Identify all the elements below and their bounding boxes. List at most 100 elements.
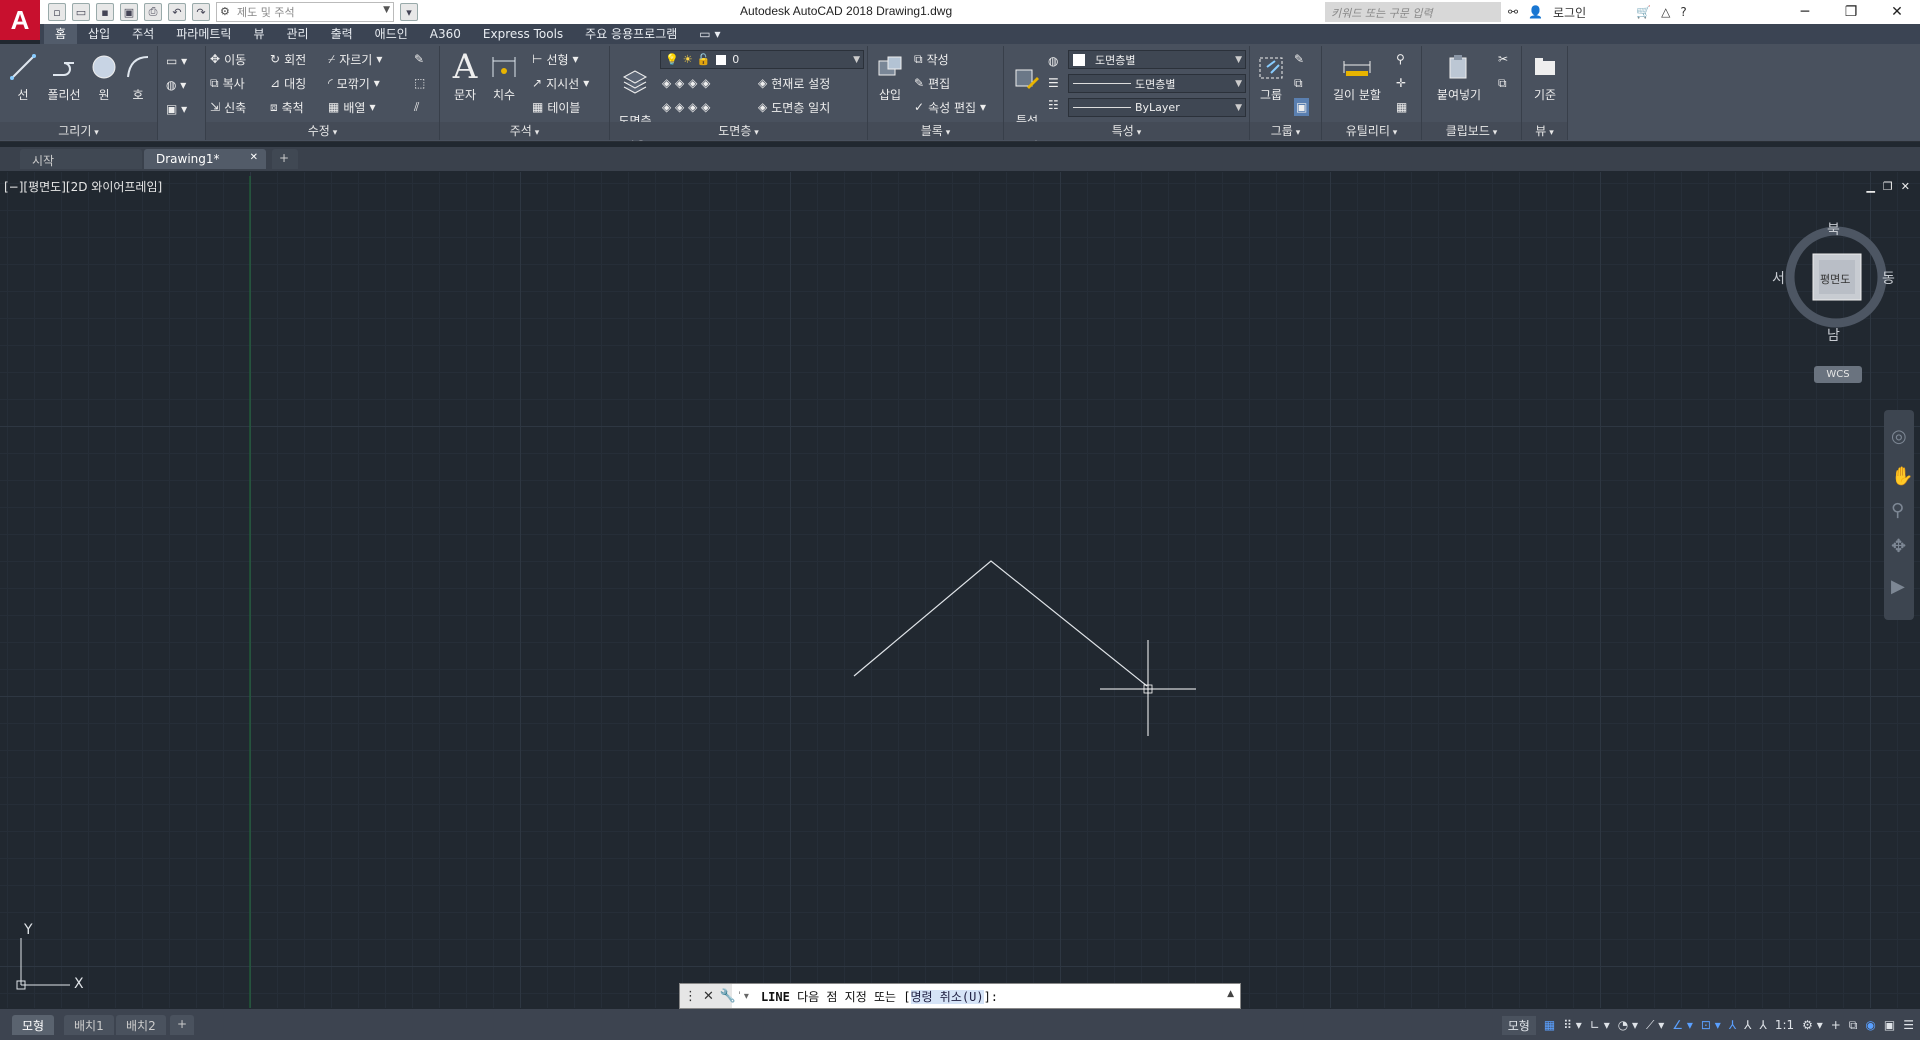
linetype-select[interactable]: 도면층별 ▼: [1068, 74, 1246, 93]
showmotion-icon[interactable]: ▶: [1891, 576, 1905, 597]
group-button[interactable]: 그룹: [1254, 52, 1288, 103]
circle-button[interactable]: 원: [88, 52, 120, 103]
rectangle-icon[interactable]: ▭ ▾: [166, 52, 187, 70]
explode-icon[interactable]: ⬚: [414, 74, 425, 92]
lineweight-icon[interactable]: ☷: [1048, 96, 1059, 114]
minimize-button[interactable]: ─: [1782, 0, 1828, 24]
linetype-icon[interactable]: ☰: [1048, 74, 1059, 92]
close-button[interactable]: ✕: [1874, 0, 1920, 24]
save-as-icon[interactable]: ▣: [120, 3, 138, 21]
panel-modify-label[interactable]: 수정: [206, 122, 439, 140]
panel-properties-label[interactable]: 특성: [1004, 122, 1249, 140]
boundary-icon[interactable]: ▣ ▾: [166, 100, 187, 118]
undo-icon[interactable]: ↶: [168, 3, 186, 21]
leader-button[interactable]: ↗ 지시선 ▾: [532, 74, 589, 92]
new-file-icon[interactable]: ▫: [48, 3, 66, 21]
tab-featured-apps[interactable]: 주요 응용프로그램: [574, 24, 688, 44]
command-line[interactable]: ⋮ ✕ 🔧 ˈ ▾ LINE 다음 점 지정 또는 [명령 취소(U)]: ▲: [679, 983, 1241, 1009]
model-space-button[interactable]: 모형: [1501, 1015, 1536, 1035]
drawing-viewport[interactable]: [−][평면도][2D 와이어프레임] ▁ ❐ ✕: [0, 172, 1920, 1008]
paste-button[interactable]: 붙여넣기: [1430, 52, 1488, 103]
ungroup-icon[interactable]: ⧉: [1294, 74, 1303, 92]
rotate-button[interactable]: ↻ 회전: [270, 50, 306, 68]
dimension-button[interactable]: 치수: [488, 52, 520, 103]
tab-layout2[interactable]: 배치2: [116, 1015, 166, 1035]
layer-select[interactable]: 💡 ☀ 🔓 0 ▼: [660, 50, 864, 69]
cart-icon[interactable]: 🛒: [1636, 5, 1651, 19]
grid-icon[interactable]: ▦: [1544, 1018, 1555, 1032]
recent-commands-icon[interactable]: ˈ ▾: [732, 991, 749, 1002]
tab-view[interactable]: 뷰: [242, 24, 275, 44]
binoculars-icon[interactable]: ⚯: [1508, 5, 1518, 19]
login-button[interactable]: 로그인: [1553, 4, 1586, 21]
erase-icon[interactable]: ✎: [414, 50, 424, 68]
panel-view-label[interactable]: 뷰: [1522, 122, 1567, 140]
group-select-icon[interactable]: ▣: [1294, 98, 1310, 116]
layer-tools-row2[interactable]: ◈ ◈ ◈ ◈: [662, 98, 710, 116]
color-wheel-icon[interactable]: ◍: [1048, 52, 1058, 70]
fillet-button[interactable]: ◜ 모깎기 ▾: [328, 74, 380, 92]
search-input[interactable]: 키워드 또는 구문 입력: [1325, 2, 1501, 22]
group-edit-icon[interactable]: ✎: [1294, 50, 1304, 68]
viewport-restore-icon[interactable]: ❐: [1883, 180, 1893, 193]
pan-hand-icon[interactable]: ✋: [1891, 466, 1913, 487]
compass-east[interactable]: 동: [1882, 268, 1895, 288]
viewcube-top-face[interactable]: 평면도: [1820, 271, 1850, 287]
annotation-visibility-icon[interactable]: ⅄: [1729, 1018, 1736, 1032]
polar-icon[interactable]: ◔ ▾: [1618, 1018, 1638, 1032]
lineweight-select[interactable]: ByLayer ▼: [1068, 98, 1246, 117]
save-icon[interactable]: ▪: [96, 3, 114, 21]
tab-start[interactable]: 시작: [20, 149, 142, 169]
edit-attributes-button[interactable]: ✓ 속성 편집 ▾: [914, 98, 986, 116]
layer-tools-row1[interactable]: ◈ ◈ ◈ ◈: [662, 74, 710, 92]
stretch-button[interactable]: ⇲ 신축: [210, 98, 246, 116]
tab-model[interactable]: 모형: [12, 1015, 55, 1035]
quick-select-icon[interactable]: ⚲: [1396, 50, 1405, 68]
viewport-minimize-icon[interactable]: ▁: [1866, 180, 1874, 193]
line-button[interactable]: 선: [4, 52, 42, 103]
clean-screen-icon[interactable]: ▣: [1884, 1018, 1895, 1032]
panel-layers-label[interactable]: 도면층: [610, 122, 867, 140]
set-current-button[interactable]: ◈ 현재로 설정: [758, 74, 830, 92]
trim-button[interactable]: ⌿ 자르기 ▾: [328, 50, 382, 68]
user-icon[interactable]: 👤: [1528, 5, 1543, 19]
text-button[interactable]: A 문자: [448, 47, 482, 103]
create-block-button[interactable]: ⧉ 작성: [914, 50, 949, 68]
tab-addins[interactable]: 애드인: [364, 24, 419, 44]
tab-output[interactable]: 출력: [320, 24, 364, 44]
object-snap-icon[interactable]: ⊡ ▾: [1701, 1018, 1721, 1032]
orbit-icon[interactable]: ✥: [1891, 536, 1906, 557]
undo-option[interactable]: 명령 취소(U): [910, 989, 984, 1004]
restore-button[interactable]: ❐: [1828, 0, 1874, 24]
object-snap-tracking-icon[interactable]: ∠ ▾: [1672, 1018, 1693, 1032]
print-icon[interactable]: ⎙: [144, 3, 162, 21]
isolate-objects-icon[interactable]: ⧉: [1849, 1018, 1858, 1033]
viewport-controls-label[interactable]: [−][평면도][2D 와이어프레임]: [4, 178, 162, 195]
workspace-gear-icon[interactable]: ⚙ ▾: [1802, 1018, 1823, 1032]
panel-draw-label[interactable]: 그리기: [0, 122, 157, 140]
point-icon[interactable]: ✛: [1396, 74, 1406, 92]
panel-annotation-label[interactable]: 주석: [440, 122, 609, 140]
array-button[interactable]: ▦ 배열 ▾: [328, 98, 375, 116]
cut-icon[interactable]: ✂: [1498, 50, 1508, 68]
panel-groups-label[interactable]: 그룹: [1250, 122, 1321, 140]
compass-north[interactable]: 북: [1827, 219, 1840, 239]
redo-icon[interactable]: ↷: [192, 3, 210, 21]
copy-clip-icon[interactable]: ⧉: [1498, 74, 1507, 92]
tab-drawing1[interactable]: Drawing1* ✕: [144, 149, 266, 169]
calculator-icon[interactable]: ▦: [1396, 98, 1407, 116]
ortho-icon[interactable]: ∟ ▾: [1590, 1018, 1610, 1032]
annotation-scale-value[interactable]: 1:1: [1775, 1018, 1794, 1032]
offset-icon[interactable]: ⫽: [414, 98, 419, 116]
tab-manage[interactable]: 관리: [275, 24, 319, 44]
auto-scale-icon[interactable]: ⅄: [1744, 1018, 1751, 1032]
command-prompt[interactable]: LINE 다음 점 지정 또는 [명령 취소(U)]:: [749, 988, 998, 1005]
workspace-select[interactable]: ⚙ 제도 및 주석 ▼: [216, 2, 394, 22]
steering-wheel-icon[interactable]: ◎: [1891, 426, 1907, 447]
compass-south[interactable]: 남: [1827, 325, 1840, 345]
close-command-icon[interactable]: ✕: [703, 989, 714, 1004]
linear-button[interactable]: ⊢ 선형 ▾: [532, 50, 579, 68]
move-button[interactable]: ✥ 이동: [210, 50, 246, 68]
arc-button[interactable]: 호: [122, 52, 154, 103]
mirror-button[interactable]: ⊿ 대칭: [270, 74, 306, 92]
